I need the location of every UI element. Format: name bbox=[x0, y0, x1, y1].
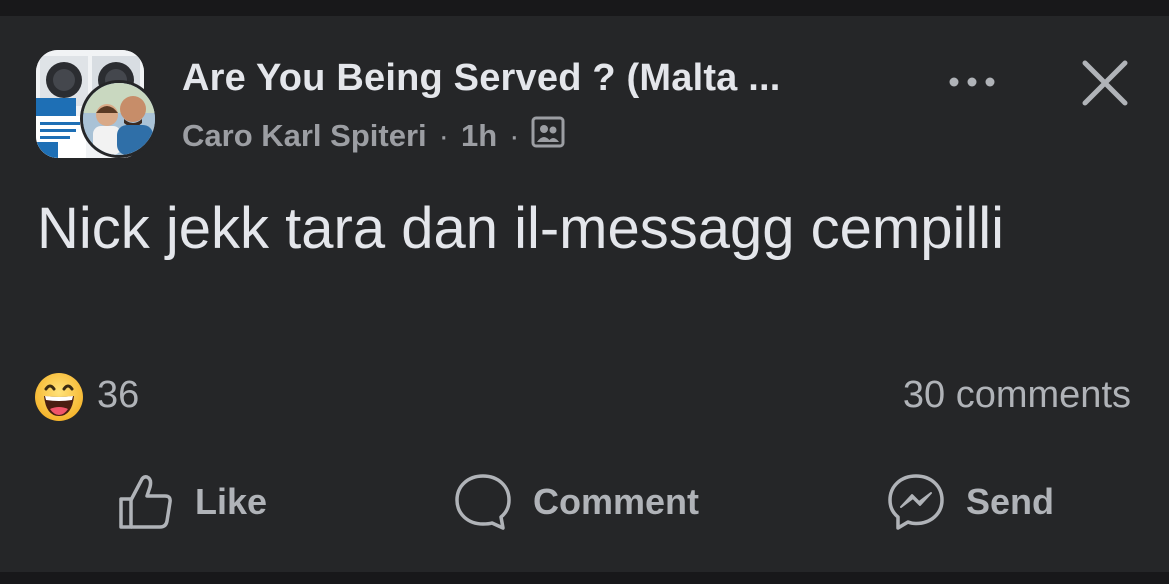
meta-separator: · bbox=[438, 118, 449, 153]
comment-icon bbox=[455, 474, 511, 530]
post-meta: Caro Karl Spiteri · 1h · bbox=[182, 116, 565, 156]
user-avatar-image bbox=[83, 83, 155, 155]
comment-button[interactable]: Comment bbox=[453, 468, 699, 536]
group-icon bbox=[531, 116, 565, 156]
send-button[interactable]: Send bbox=[886, 468, 1054, 536]
send-label: Send bbox=[966, 481, 1055, 522]
thumbs-up-icon bbox=[119, 475, 172, 529]
meta-separator: · bbox=[509, 118, 520, 153]
comments-count-link[interactable]: 30 comments bbox=[903, 374, 1131, 417]
messenger-icon bbox=[888, 474, 944, 530]
like-button[interactable]: Like bbox=[117, 468, 267, 536]
reaction-count[interactable]: 36 bbox=[97, 374, 139, 417]
author-avatar[interactable] bbox=[80, 80, 158, 158]
author-name-link[interactable]: Caro Karl Spiteri bbox=[182, 118, 427, 154]
close-button[interactable] bbox=[1078, 56, 1132, 110]
like-label: Like bbox=[195, 481, 268, 522]
more-icon bbox=[949, 77, 995, 87]
comment-label: Comment bbox=[533, 481, 700, 522]
more-options-button[interactable] bbox=[944, 64, 1000, 100]
close-icon bbox=[1082, 60, 1128, 106]
post-body-text: Nick jekk tara dan il-messagg cempilli bbox=[37, 196, 1004, 261]
post-time[interactable]: 1h bbox=[461, 118, 497, 154]
haha-reaction-icon[interactable] bbox=[34, 372, 84, 422]
group-name-link[interactable]: Are You Being Served ? (Malta ... bbox=[182, 57, 781, 100]
